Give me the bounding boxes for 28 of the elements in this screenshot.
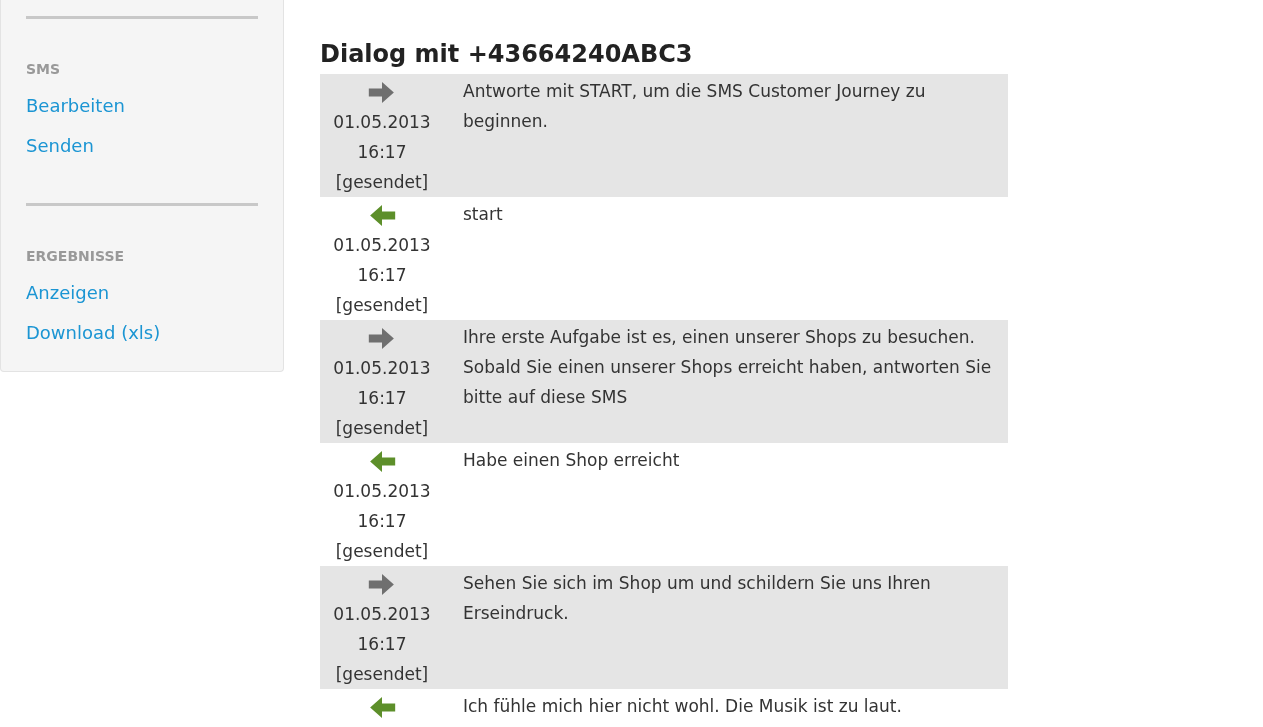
message-text: Ihre erste Aufgabe ist es, einen unserer Shops zu besuchen. Sobald Sie einen unserer Shops erreicht haben, antworten Sie bitte auf diese SMS — [462, 326, 993, 409]
message-time: 16:17 — [357, 141, 407, 164]
message-text: start — [462, 203, 504, 226]
sidebar-link[interactable]: Senden — [26, 135, 94, 156]
message-text: Antworte mit START, um die SMS Customer Journey zu beginnen. — [462, 80, 927, 133]
message-time: 16:17 — [357, 633, 407, 656]
message-date: 01.05.2013 — [333, 234, 431, 257]
message-date: 01.05.2013 — [333, 480, 431, 503]
section-header: SMS — [26, 60, 62, 79]
message-status: [gesendet] — [335, 540, 429, 563]
sidebar-link[interactable]: Anzeigen — [26, 282, 110, 303]
message-status: [gesendet] — [335, 417, 429, 440]
section-header: ERGEBNISSE — [26, 247, 126, 266]
message-status: [gesendet] — [335, 663, 429, 686]
message-time: 16:17 — [357, 264, 407, 287]
message-text: Habe einen Shop erreicht — [462, 449, 681, 472]
dialog-title: Dialog mit +43664240ABC3 — [320, 39, 694, 70]
message-text: Sehen Sie sich im Shop um und schildern Sie uns Ihren Erseindruck. — [462, 572, 932, 625]
message-time: 16:17 — [357, 510, 407, 533]
message-date: 01.05.2013 — [333, 357, 431, 380]
message-status: [gesendet] — [335, 171, 429, 194]
sidebar-link[interactable]: Bearbeiten — [26, 95, 125, 116]
message-time: 16:17 — [357, 387, 407, 410]
sidebar-link[interactable]: Download (xls) — [26, 322, 161, 343]
message-date: 01.05.2013 — [333, 111, 431, 134]
message-text: Ich fühle mich hier nicht wohl. Die Musik ist zu laut. — [462, 695, 903, 718]
message-date: 01.05.2013 — [333, 603, 431, 626]
message-status: [gesendet] — [335, 294, 429, 317]
